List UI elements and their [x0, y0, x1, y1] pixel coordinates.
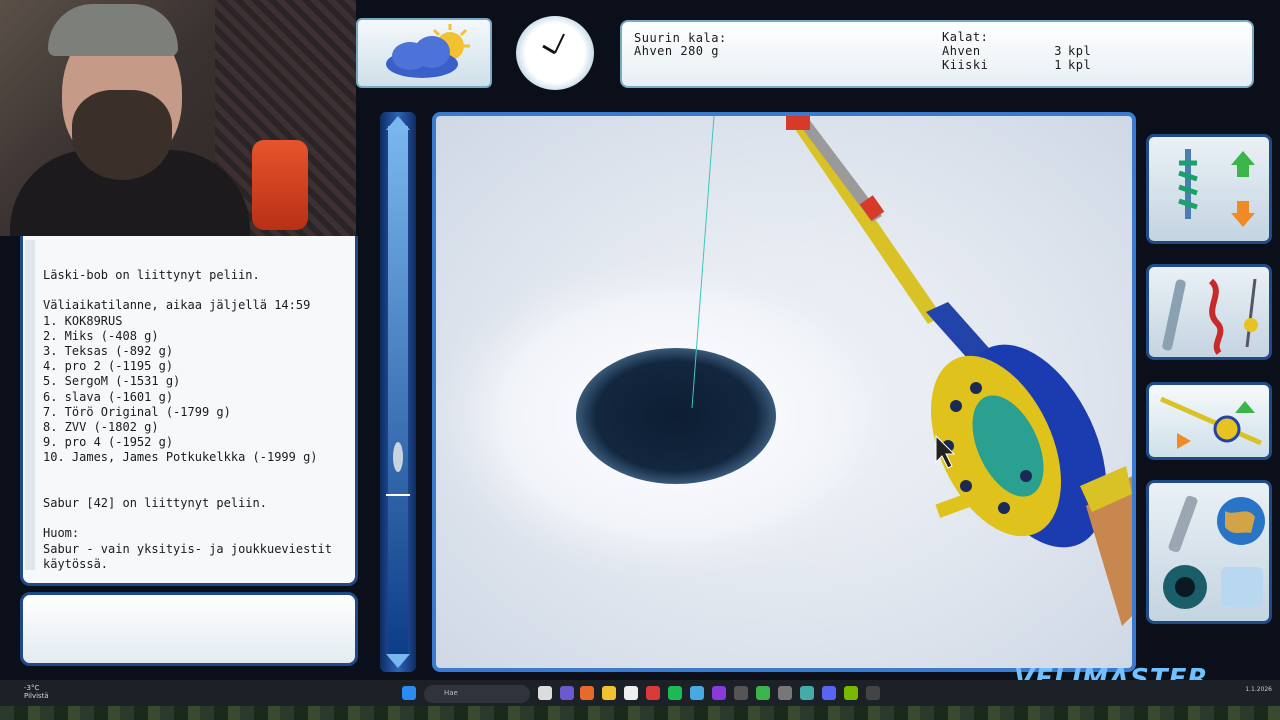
catch-row: Ahven 3 kpl: [942, 44, 1091, 58]
search-placeholder: Hae: [444, 689, 458, 697]
chat-line: Läski-bob on liittynyt peliin.: [43, 268, 260, 282]
tool-auger-panel[interactable]: [1146, 134, 1272, 244]
taskbar-search[interactable]: Hae: [424, 685, 530, 703]
catch-row: Kiiski 1 kpl: [942, 58, 1091, 72]
ice-icon[interactable]: [1221, 567, 1263, 607]
calculator-icon[interactable]: [734, 686, 748, 700]
webcam-overlay: [0, 0, 356, 236]
chat-line: 7. Törö Original (-1799 g): [43, 404, 231, 419]
catch-info-panel: Suurin kala: Ahven 280 g Kalat: Ahven 3 …: [620, 20, 1254, 88]
catch-unit: kpl: [1068, 44, 1092, 58]
chat-line: [43, 481, 347, 496]
system-tray-date[interactable]: 1.1.2026: [1245, 686, 1272, 693]
knife-icon[interactable]: [1167, 495, 1198, 554]
fishing-view[interactable]: [432, 112, 1136, 672]
lures-icon: [1162, 278, 1258, 355]
eye-icon[interactable]: [1163, 565, 1207, 609]
chat-line: 6. slava (-1601 g): [43, 389, 174, 404]
chat-messages: Läski-bob on liittynyt peliin. Väliaikat…: [43, 268, 347, 572]
depth-up-arrow-icon[interactable]: [386, 116, 410, 130]
chat-scrollbar[interactable]: [25, 240, 35, 570]
task-view-icon[interactable]: [538, 686, 552, 700]
spotify-icon[interactable]: [668, 686, 682, 700]
rod-rig-icon: [1159, 396, 1263, 449]
biggest-fish-value: Ahven 280 g: [634, 44, 719, 58]
catches-label: Kalat:: [942, 30, 989, 44]
catch-fish-name: Ahven: [942, 44, 981, 58]
auger-drill-icon: [1178, 149, 1255, 227]
chat-line: 10. James, James Potkukelkka (-1999 g): [43, 450, 318, 465]
tool-misc-panel[interactable]: [1146, 480, 1272, 624]
chat-line: [43, 283, 347, 298]
chat-line: Huom:: [43, 526, 80, 541]
telegram-icon[interactable]: [690, 686, 704, 700]
catch-count: 3: [1054, 44, 1062, 58]
taskbar: -3°C Pilvistä Hae 1.1.2026: [0, 680, 1280, 720]
weather-cloud-sun-icon: [386, 24, 470, 78]
chat-line: Väliaikatilanne, aikaa jäljellä 14:59: [43, 298, 311, 313]
file-explorer-icon[interactable]: [602, 686, 616, 700]
temperature-text: -3°C: [24, 684, 40, 692]
chat-log: Läski-bob on liittynyt peliin. Väliaikat…: [20, 236, 358, 586]
app-icon[interactable]: [800, 686, 814, 700]
chat-line: 8. ZVV (-1802 g): [43, 420, 159, 435]
game-app-icon[interactable]: [866, 686, 880, 700]
catch-count: 1: [1054, 58, 1062, 72]
discord-icon[interactable]: [822, 686, 836, 700]
line-depth-bar[interactable]: [380, 112, 416, 672]
chat-line: 5. SergoM (-1531 g): [43, 374, 181, 389]
chat-line: 1. KOK89RUS: [43, 313, 123, 328]
catch-fish-name: Kiiski: [942, 58, 989, 72]
depth-marker: [386, 494, 410, 496]
chat-line: Sabur [42] on liittynyt peliin.: [43, 496, 267, 511]
weather-panel: [356, 18, 492, 88]
bobber-icon: [393, 442, 403, 472]
store-icon[interactable]: [624, 686, 638, 700]
firefox-icon[interactable]: [580, 686, 594, 700]
clock-icon: [516, 16, 594, 90]
chat-line: käytössä.: [43, 556, 109, 571]
obs-icon[interactable]: [712, 686, 726, 700]
tool-lures-panel[interactable]: [1146, 264, 1272, 360]
stream-overlay-strip: [0, 706, 1280, 720]
settings-icon[interactable]: [778, 686, 792, 700]
xbox-icon[interactable]: [756, 686, 770, 700]
chat-line: [43, 466, 347, 481]
start-icon[interactable]: [402, 686, 416, 700]
chat-input[interactable]: [20, 592, 358, 666]
tool-rod-panel[interactable]: [1146, 382, 1272, 460]
chat-line: Sabur - vain yksityis- ja joukkueviestit: [43, 541, 332, 556]
chat-line: [43, 511, 347, 526]
chat-line: 9. pro 4 (-1952 g): [43, 435, 174, 450]
chat-line: 3. Teksas (-892 g): [43, 344, 174, 359]
microphone-icon: [252, 140, 308, 230]
chat-line: 2. Miks (-408 g): [43, 328, 159, 343]
catch-unit: kpl: [1068, 58, 1092, 72]
opera-icon[interactable]: [646, 686, 660, 700]
teams-icon[interactable]: [560, 686, 574, 700]
nvidia-icon[interactable]: [844, 686, 858, 700]
catches-list: Kalat: Ahven 3 kpl Kiiski 1 kpl: [942, 30, 1091, 72]
weather-desc-text: Pilvistä: [24, 692, 49, 700]
chat-line: 4. pro 2 (-1195 g): [43, 359, 174, 374]
biggest-fish: Suurin kala: Ahven 280 g: [634, 32, 727, 58]
depth-down-arrow-icon[interactable]: [386, 654, 410, 668]
weather-widget[interactable]: -3°C Pilvistä: [24, 684, 49, 700]
ice-hole[interactable]: [576, 348, 776, 484]
globe-icon[interactable]: [1217, 497, 1265, 545]
